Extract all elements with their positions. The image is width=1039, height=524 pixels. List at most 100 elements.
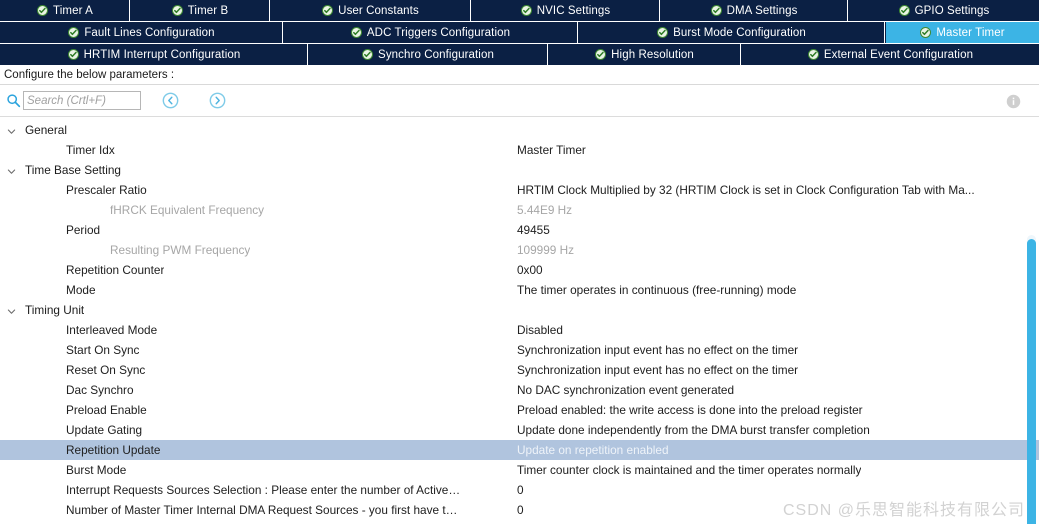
param-label: Timer Idx [66,143,115,157]
param-value[interactable]: Master Timer [517,140,586,160]
check-circle-icon [657,27,669,38]
tab-label: DMA Settings [726,4,798,17]
parameter-tree[interactable]: General Timer Idx Master Timer Time Base Se… [0,117,1039,524]
tree-param-row[interactable]: Repetition Update Update on repetition en… [0,440,1039,460]
param-label: Preload Enable [66,403,147,417]
param-label: Number of Master Timer Internal DMA Requ… [66,503,462,517]
tree-param-row[interactable]: Number of Master Timer Internal DMA Requ… [0,500,1039,520]
vertical-scrollbar[interactable] [1027,239,1036,524]
check-circle-icon [37,5,49,16]
tab-label: Master Timer [936,26,1005,39]
param-value[interactable]: 5.44E9 Hz [517,200,572,220]
tab-label: Timer B [187,4,229,17]
param-value[interactable]: HRTIM Clock Multiplied by 32 (HRTIM Cloc… [517,180,975,200]
info-circle-icon[interactable] [1006,94,1021,109]
param-value[interactable]: 0 [517,500,524,520]
param-value[interactable]: 109999 Hz [517,240,574,260]
param-value[interactable]: Disabled [517,320,563,340]
tab-timer-b[interactable]: Timer B [130,0,270,21]
param-value[interactable]: 0x00 [517,260,543,280]
tab-gpio-settings[interactable]: GPIO Settings [848,0,1039,21]
tree-param-row[interactable]: Period 49455 [0,220,1039,240]
chevron-down-icon[interactable] [7,305,16,314]
tab-user-constants[interactable]: User Constants [270,0,471,21]
tree-param-row[interactable]: Start On Sync Synchronization input event… [0,340,1039,360]
tab-label: User Constants [338,4,419,17]
tab-label: Burst Mode Configuration [673,26,806,39]
param-value[interactable]: 0 [517,480,524,500]
tab-label: External Event Configuration [823,48,974,61]
check-circle-icon [807,49,819,60]
tree-param-row[interactable]: Burst Mode Timer counter clock is maintai… [0,460,1039,480]
param-label: Resulting PWM Frequency [110,243,251,257]
tab-bar: Timer A Timer B User Constants NVIC Setting… [0,0,1039,66]
param-value[interactable]: Synchronization input event has no effec… [517,340,798,360]
tab-label: Fault Lines Configuration [84,26,215,39]
chevron-down-icon[interactable] [7,125,16,134]
param-label: Dac Synchro [66,383,134,397]
check-circle-icon [362,49,374,60]
tree-param-row[interactable]: Interrupt Requests Sources Selection : P… [0,480,1039,500]
tab-label: Timer A [53,4,93,17]
tab-dma-settings[interactable]: DMA Settings [660,0,848,21]
param-label: fHRCK Equivalent Frequency [110,203,265,217]
search-input[interactable] [23,91,141,110]
tab-nvic-settings[interactable]: NVIC Settings [471,0,660,21]
tree-param-row[interactable]: Resulting PWM Frequency 109999 Hz [0,240,1039,260]
tab-hrtim-interrupt-configuration[interactable]: HRTIM Interrupt Configuration [0,44,308,65]
tab-label: NVIC Settings [536,4,611,17]
check-circle-icon [350,27,362,38]
param-value[interactable]: No DAC synchronization event generated [517,380,734,400]
param-label: Interleaved Mode [66,323,158,337]
param-value[interactable]: Timer counter clock is maintained and th… [517,460,861,480]
tree-param-row[interactable]: fHRCK Equivalent Frequency 5.44E9 Hz [0,200,1039,220]
chevron-left-circle-icon[interactable] [162,92,179,109]
tree-param-row[interactable]: Mode The timer operates in continuous (fr… [0,280,1039,300]
check-circle-icon [595,49,607,60]
tree-group-row[interactable]: Time Base Setting [0,160,1039,180]
tab-synchro-configuration[interactable]: Synchro Configuration [308,44,548,65]
param-value[interactable]: The timer operates in continuous (free-r… [517,280,796,300]
tab-external-event-configuration[interactable]: External Event Configuration [741,44,1039,65]
tab-burst-mode-configuration[interactable]: Burst Mode Configuration [578,22,885,43]
tree-param-row[interactable]: Dac Synchro No DAC synchronization event … [0,380,1039,400]
param-label: Period [66,223,101,237]
param-value[interactable]: 49455 [517,220,550,240]
param-label: Repetition Counter [66,263,165,277]
tab-row-1: Timer A Timer B User Constants NVIC Setting… [0,0,1039,22]
tree-group-row[interactable]: Timing Unit [0,300,1039,320]
tab-label: Synchro Configuration [378,48,494,61]
chevron-right-circle-icon[interactable] [209,92,226,109]
param-value[interactable]: Update done independently from the DMA b… [517,420,870,440]
chevron-down-icon[interactable] [7,165,16,174]
tab-fault-lines-configuration[interactable]: Fault Lines Configuration [0,22,283,43]
tree-param-row[interactable]: Interleaved Mode Disabled [0,320,1039,340]
tree-param-row[interactable]: Repetition Counter 0x00 [0,260,1039,280]
tree-param-row[interactable]: Update Gating Update done independently f… [0,420,1039,440]
param-value[interactable]: Preload enabled: the write access is don… [517,400,863,420]
tab-row-2: Fault Lines Configuration ADC Triggers Co… [0,22,1039,44]
tab-label: ADC Triggers Configuration [366,26,511,39]
tab-timer-a[interactable]: Timer A [0,0,130,21]
tree-param-row[interactable]: Timer Idx Master Timer [0,140,1039,160]
check-circle-icon [67,49,79,60]
tab-label: HRTIM Interrupt Configuration [83,48,241,61]
tab-label: High Resolution [611,48,694,61]
check-circle-icon [898,5,910,16]
param-label: Prescaler Ratio [66,183,147,197]
tab-high-resolution[interactable]: High Resolution [548,44,741,65]
tree-param-row[interactable]: Reset On Sync Synchronization input event… [0,360,1039,380]
tree-group-row[interactable]: General [0,120,1039,140]
tab-adc-triggers-configuration[interactable]: ADC Triggers Configuration [283,22,578,43]
check-circle-icon [322,5,334,16]
search-icon [6,93,21,108]
tab-row-3: HRTIM Interrupt Configuration Synchro Con… [0,44,1039,66]
param-value[interactable]: Synchronization input event has no effec… [517,360,798,380]
param-label: Interrupt Requests Sources Selection : P… [66,483,462,497]
param-value[interactable]: Update on repetition enabled [517,440,669,460]
group-label: Time Base Setting [25,163,121,177]
param-label: Burst Mode [66,463,127,477]
tree-param-row[interactable]: Preload Enable Preload enabled: the write… [0,400,1039,420]
tree-param-row[interactable]: Prescaler Ratio HRTIM Clock Multiplied by… [0,180,1039,200]
tab-master-timer[interactable]: Master Timer [885,22,1039,43]
